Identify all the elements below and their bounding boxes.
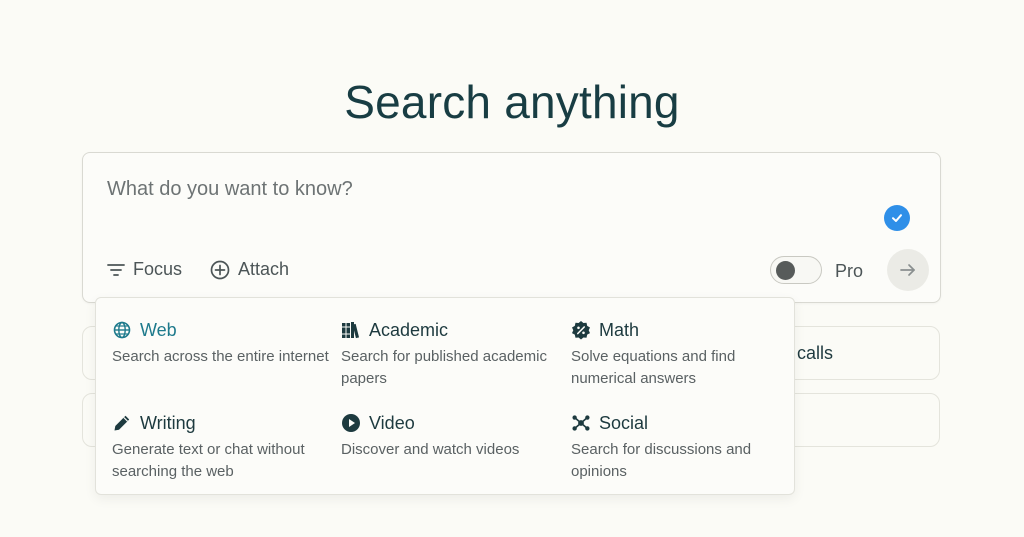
books-icon [341,320,361,340]
page-title: Search anything [344,75,680,128]
option-description: Solve equations and find numerical answe… [571,348,736,387]
filter-icon [107,262,125,278]
focus-button[interactable]: Focus [107,259,182,280]
search-box: Focus Attach Pro [82,152,941,303]
focus-option-math[interactable]: Math Solve equations and find numerical … [571,318,791,390]
option-description: Search for discussions and opinions [571,441,752,480]
check-icon [884,205,910,231]
option-description: Discover and watch videos [341,441,520,458]
focus-option-web[interactable]: Web Search across the entire internet [112,318,332,368]
pro-toggle[interactable] [770,256,822,284]
focus-option-social[interactable]: Social Search for discussions and opinio… [571,411,791,483]
toggle-knob [776,261,795,280]
focus-label: Focus [133,259,183,279]
attach-label: Attach [238,259,290,279]
option-description: Search across the entire internet [112,348,329,365]
option-label: Web [140,319,177,340]
option-label: Social [599,412,649,433]
pro-label: Pro [835,261,864,281]
arrow-right-icon [899,261,917,279]
globe-icon [112,320,132,340]
option-description: Generate text or chat without searching … [112,441,305,480]
focus-option-video[interactable]: Video Discover and watch videos [341,411,561,461]
option-label: Academic [369,319,449,340]
suggestion-card-text: calls [797,343,834,363]
pencil-icon [112,413,132,433]
submit-button[interactable] [887,249,929,291]
focus-option-academic[interactable]: Academic Search for published academic p… [341,318,561,390]
percent-badge-icon [571,320,591,340]
attach-button[interactable]: Attach [210,259,289,280]
plus-circle-icon [210,260,230,280]
option-label: Math [599,319,640,340]
play-circle-icon [341,413,361,433]
option-label: Video [369,412,415,433]
focus-option-writing[interactable]: Writing Generate text or chat without se… [112,411,332,483]
network-icon [571,413,591,433]
option-label: Writing [140,412,196,433]
page: Search anything calls Focus [0,0,1024,537]
option-description: Search for published academic papers [341,348,547,387]
search-input[interactable] [105,177,869,202]
focus-menu: Web Search across the entire internet Ac… [95,297,795,495]
